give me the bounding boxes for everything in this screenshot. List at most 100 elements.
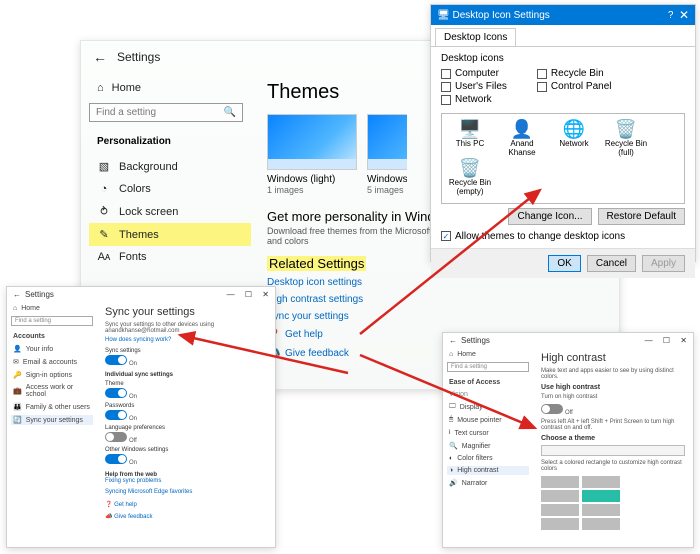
desktop-icon-item[interactable]: 🖥️This PC	[446, 120, 494, 157]
theme-name: Windows (light)	[267, 174, 357, 185]
sidebar-home[interactable]: ⌂ Home	[447, 350, 529, 359]
sidebar-item-mouse[interactable]: 🖱 Mouse pointer	[447, 415, 529, 425]
maximize-icon[interactable]: ☐	[663, 336, 670, 345]
checkbox-computer[interactable]: Computer	[441, 68, 507, 79]
back-icon[interactable]: ←	[13, 290, 21, 299]
color-swatch[interactable]	[541, 490, 579, 502]
color-swatch[interactable]	[541, 504, 579, 516]
icon-preview-box: 🖥️This PC 👤Anand Khanse 🌐Network 🗑️Recyc…	[441, 113, 685, 204]
color-swatch[interactable]	[582, 504, 620, 516]
link-high-contrast-settings[interactable]: High contrast settings	[267, 294, 603, 305]
window-icon: 🖥	[437, 10, 450, 21]
sidebar-home-label: Home	[112, 82, 141, 94]
link-sync-your-settings[interactable]: Sync your settings	[267, 311, 603, 322]
sidebar-home[interactable]: ⌂ Home	[11, 304, 93, 313]
lock-icon: ⥁	[97, 205, 111, 218]
theme-count: 5 images	[367, 185, 407, 195]
sidebar-item-themes[interactable]: ✎Themes	[89, 223, 251, 246]
checkbox-users-files[interactable]: User's Files	[441, 81, 507, 92]
cancel-button[interactable]: Cancel	[587, 255, 636, 272]
theme-card[interactable]: Windows (light) 1 images	[267, 114, 357, 195]
color-swatch[interactable]	[541, 476, 579, 488]
close-icon[interactable]: ✕	[679, 8, 689, 22]
sidebar-item-fonts[interactable]: AᴀFonts	[89, 246, 251, 268]
tab-desktop-icons[interactable]: Desktop Icons	[435, 28, 516, 46]
color-swatch[interactable]	[582, 490, 620, 502]
search-input[interactable]: Find a setting 🔍	[89, 103, 243, 122]
content: High contrast Make text and apps easier …	[533, 348, 693, 546]
desktop-icon-item[interactable]: 🗑️Recycle Bin (full)	[602, 120, 650, 157]
sidebar-item-email[interactable]: ✉ Email & accounts	[11, 357, 93, 367]
toggle-passwords[interactable]	[105, 410, 127, 420]
minimize-icon[interactable]: —	[645, 336, 653, 345]
sidebar-item-family[interactable]: 👪 Family & other users	[11, 402, 93, 412]
sync-item-label: Other Windows settings	[105, 447, 267, 453]
theme-dropdown[interactable]	[541, 445, 685, 456]
sidebar-item-magnifier[interactable]: 🔍 Magnifier	[447, 441, 529, 451]
back-icon[interactable]: ←	[93, 49, 107, 65]
close-icon[interactable]: ✕	[262, 290, 269, 299]
color-swatch[interactable]	[541, 518, 579, 530]
link-get-help[interactable]: ❓ Get help	[105, 501, 267, 508]
pc-icon: 🖥️	[459, 120, 481, 140]
ok-button[interactable]: OK	[548, 255, 580, 272]
link-give-feedback[interactable]: 📣 Give feedback	[105, 513, 267, 520]
restore-default-button[interactable]: Restore Default	[598, 208, 685, 225]
desktop-icon-item[interactable]: 🌐Network	[550, 120, 598, 157]
search-input[interactable]: Find a setting	[11, 316, 93, 326]
toggle-language[interactable]	[105, 432, 127, 442]
link-help[interactable]: Syncing Microsoft Edge favorites	[105, 489, 267, 495]
sidebar-item-background[interactable]: ▧Background	[89, 155, 251, 178]
sidebar-group: Vision	[447, 390, 529, 399]
sidebar-item-sync[interactable]: 🔄 Sync your settings	[11, 415, 93, 425]
sidebar-item-narrator[interactable]: 🔊 Narrator	[447, 478, 529, 488]
sidebar-item-highcontrast[interactable]: ◑ High contrast	[447, 466, 529, 475]
toggle-sync-settings[interactable]	[105, 355, 127, 365]
color-swatch[interactable]	[582, 518, 620, 530]
close-icon[interactable]: ✕	[680, 336, 687, 345]
sidebar-item-textcursor[interactable]: Ꭵ Text cursor	[447, 428, 529, 438]
sidebar-item-lockscreen[interactable]: ⥁Lock screen	[89, 200, 251, 223]
toggle-high-contrast[interactable]	[541, 404, 563, 414]
colors-icon: ◔	[97, 183, 111, 195]
desktop-icon-item[interactable]: 🗑️Recycle Bin (empty)	[446, 159, 494, 196]
sync-item-label: Theme	[105, 381, 267, 387]
minimize-icon[interactable]: —	[227, 290, 235, 299]
help-icon[interactable]: ?	[668, 10, 674, 21]
back-icon[interactable]: ←	[449, 336, 457, 345]
sidebar-home[interactable]: ⌂ Home	[89, 77, 251, 99]
link-how-sync-works[interactable]: How does syncing work?	[105, 337, 267, 343]
sidebar-item-colorfilters[interactable]: ◐ Color filters	[447, 454, 529, 463]
apply-button[interactable]: Apply	[642, 255, 685, 272]
link-help[interactable]: Fixing sync problems	[105, 478, 267, 484]
content: Sync your settings Sync your settings to…	[97, 302, 275, 546]
sidebar-item-signin[interactable]: 🔑 Sign-in options	[11, 370, 93, 380]
sidebar-item-colors[interactable]: ◔ Colors	[89, 178, 251, 200]
toggle-other[interactable]	[105, 454, 127, 464]
sidebar-item-label: Colors	[119, 183, 151, 195]
checkbox-allow-themes[interactable]: ✓Allow themes to change desktop icons	[441, 231, 685, 242]
toggle-theme[interactable]	[105, 388, 127, 398]
sidebar-item-display[interactable]: 🖵 Display	[447, 402, 529, 412]
user-icon: 👤	[511, 120, 533, 140]
sync-settings-label: Sync settings	[105, 348, 267, 354]
link-desktop-icon-settings[interactable]: Desktop icon settings	[267, 277, 603, 288]
use-heading: Use high contrast	[541, 384, 685, 391]
titlebar: ← Settings — ☐ ✕	[443, 333, 693, 348]
checkbox-control-panel[interactable]: Control Panel	[537, 81, 612, 92]
color-swatch[interactable]	[582, 476, 620, 488]
sidebar-item-your-info[interactable]: 👤 Your info	[11, 344, 93, 354]
checkbox-network[interactable]: Network	[441, 94, 507, 105]
search-input[interactable]: Find a setting	[447, 362, 529, 372]
desktop-icon-item[interactable]: 👤Anand Khanse	[498, 120, 546, 157]
sidebar-item-work[interactable]: 💼 Access work or school	[11, 383, 93, 399]
maximize-icon[interactable]: ☐	[245, 290, 252, 299]
shortcut-hint: Press left Alt + left Shift + Print Scre…	[541, 419, 685, 431]
theme-card[interactable]: Windows 5 images	[367, 114, 407, 195]
sidebar: ⌂ Home Find a setting Accounts 👤 Your in…	[7, 302, 97, 546]
individual-heading: Individual sync settings	[105, 372, 267, 378]
change-icon-button[interactable]: Change Icon...	[508, 208, 591, 225]
page-title: Sync your settings	[105, 306, 267, 318]
home-icon: ⌂	[97, 82, 104, 94]
checkbox-recycle-bin[interactable]: Recycle Bin	[537, 68, 612, 79]
